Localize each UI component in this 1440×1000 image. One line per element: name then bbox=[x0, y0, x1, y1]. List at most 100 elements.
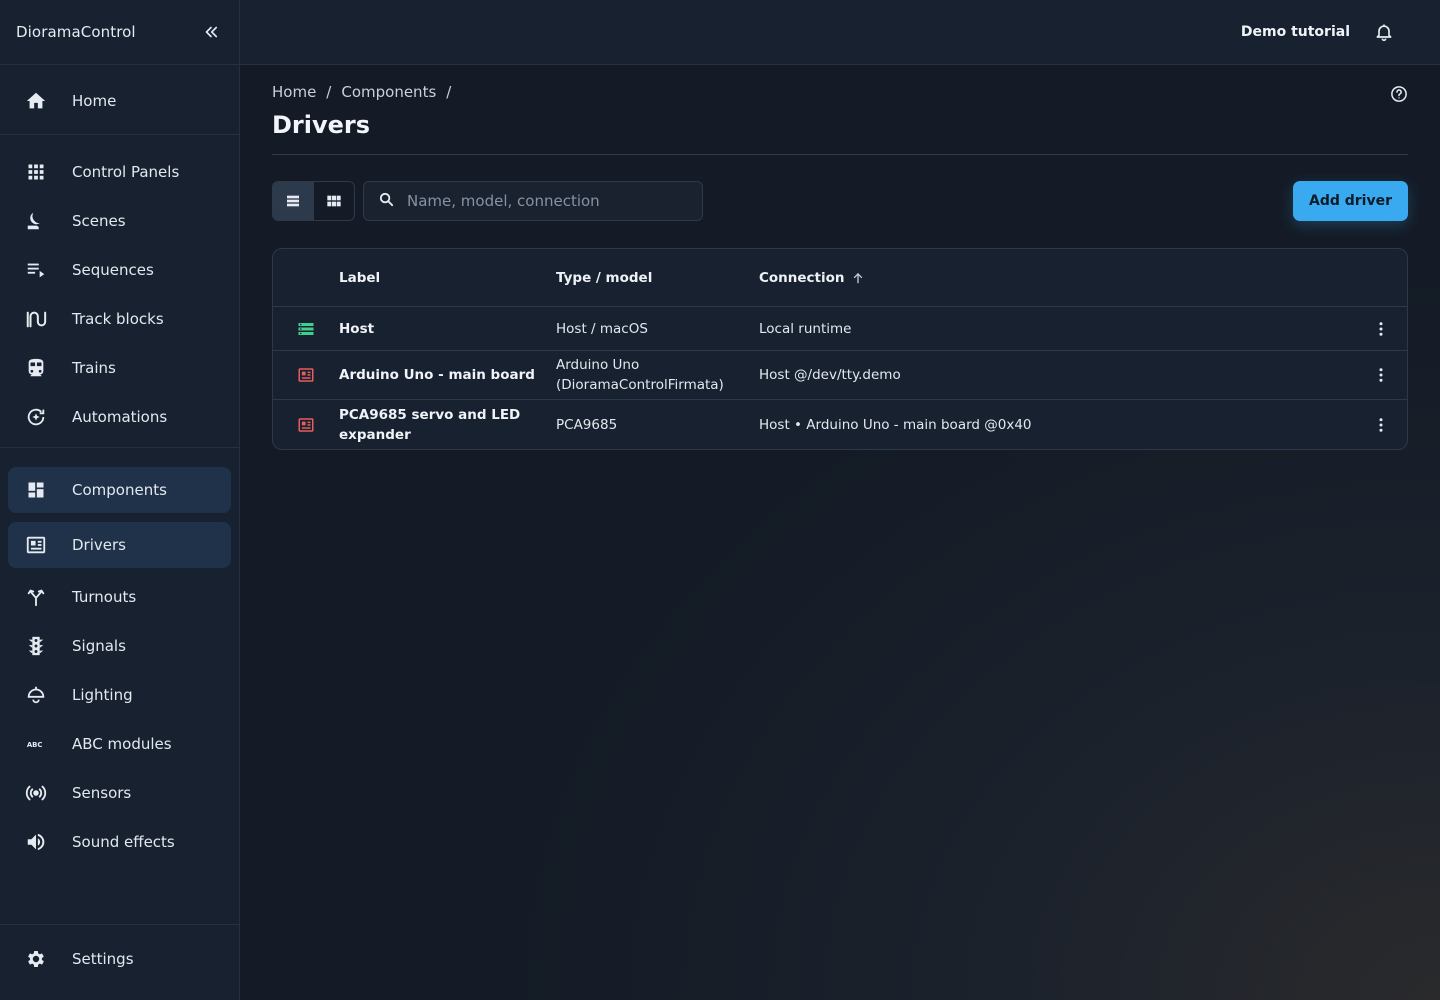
add-driver-button[interactable]: Add driver bbox=[1292, 181, 1408, 221]
search-input[interactable] bbox=[407, 192, 687, 210]
sidebar-item-home[interactable]: Home bbox=[8, 76, 231, 125]
sidebar-item-label: Automations bbox=[72, 407, 168, 426]
sidebar-item-scenes[interactable]: Scenes bbox=[8, 196, 231, 245]
column-header-connection[interactable]: Connection bbox=[759, 268, 1407, 288]
search-icon bbox=[378, 191, 395, 212]
home-icon bbox=[24, 89, 48, 113]
sidebar-item-label: Turnouts bbox=[72, 587, 137, 606]
driver-board-icon bbox=[24, 533, 48, 557]
breadcrumb: Home / Components / bbox=[272, 83, 451, 101]
moon-icon bbox=[24, 209, 48, 233]
list-view-button[interactable] bbox=[273, 182, 314, 220]
sidebar-item-label: Sequences bbox=[72, 260, 154, 279]
train-icon bbox=[24, 356, 48, 380]
speaker-icon bbox=[24, 830, 48, 854]
demo-tutorial-link[interactable]: Demo tutorial bbox=[1241, 24, 1350, 40]
title-divider bbox=[272, 154, 1408, 155]
sidebar-item-drivers[interactable]: Drivers bbox=[8, 522, 231, 568]
sidebar-item-turnouts[interactable]: Turnouts bbox=[8, 572, 231, 621]
lamp-icon bbox=[24, 683, 48, 707]
nav-group-components: Components Drivers Turnouts Signals Ligh… bbox=[0, 448, 239, 866]
sidebar-item-settings[interactable]: Settings bbox=[8, 934, 231, 983]
playlist-icon bbox=[24, 258, 48, 282]
sidebar-item-label: Lighting bbox=[72, 685, 133, 704]
svg-text:ABC: ABC bbox=[27, 740, 43, 748]
sidebar-item-label: Home bbox=[72, 91, 117, 110]
column-header-label[interactable]: Label bbox=[339, 268, 556, 288]
app-title: DioramaControl bbox=[16, 23, 136, 41]
sensor-icon bbox=[24, 781, 48, 805]
sidebar: DioramaControl Home Control Panels Scene… bbox=[0, 0, 240, 1000]
sidebar-item-label: Control Panels bbox=[72, 162, 180, 181]
more-options-icon[interactable] bbox=[1355, 416, 1407, 434]
more-options-icon[interactable] bbox=[1355, 366, 1407, 384]
grid-icon bbox=[327, 195, 341, 207]
more-options-icon[interactable] bbox=[1355, 320, 1407, 338]
row-connection: Local runtime bbox=[759, 320, 852, 337]
row-type: PCA9685 bbox=[556, 416, 618, 433]
sidebar-item-label: Scenes bbox=[72, 211, 126, 230]
nav-group-settings: Settings bbox=[0, 924, 239, 1000]
turnout-icon bbox=[24, 585, 48, 609]
board-icon bbox=[273, 366, 339, 384]
sort-ascending-icon bbox=[853, 272, 862, 283]
breadcrumb-home[interactable]: Home bbox=[272, 83, 316, 101]
help-icon[interactable] bbox=[1390, 85, 1408, 103]
sidebar-item-automations[interactable]: Automations bbox=[8, 392, 231, 441]
server-icon bbox=[273, 320, 339, 338]
list-icon bbox=[287, 195, 300, 207]
row-connection: Host @/dev/tty.demo bbox=[759, 367, 901, 383]
breadcrumb-components[interactable]: Components bbox=[341, 83, 436, 101]
breadcrumb-separator: / bbox=[446, 83, 452, 101]
sidebar-item-lighting[interactable]: Lighting bbox=[8, 670, 231, 719]
sidebar-item-track-blocks[interactable]: Track blocks bbox=[8, 294, 231, 343]
table-row[interactable]: Host Host / macOS Local runtime bbox=[273, 307, 1407, 351]
sidebar-item-trains[interactable]: Trains bbox=[8, 343, 231, 392]
page-title: Drivers bbox=[272, 111, 371, 139]
sidebar-item-abc-modules[interactable]: ABC ABC modules bbox=[8, 719, 231, 768]
abc-icon: ABC bbox=[24, 732, 48, 756]
traffic-light-icon bbox=[24, 634, 48, 658]
collapse-sidebar-icon[interactable] bbox=[199, 20, 223, 44]
sidebar-item-label: Track blocks bbox=[72, 309, 164, 328]
track-icon bbox=[24, 307, 48, 331]
bell-icon[interactable] bbox=[1372, 20, 1396, 44]
row-type: Host / macOS bbox=[556, 320, 648, 337]
grid-icon bbox=[24, 160, 48, 184]
column-header-connection-text: Connection bbox=[759, 269, 845, 286]
sidebar-item-control-panels[interactable]: Control Panels bbox=[8, 147, 231, 196]
column-header-type[interactable]: Type / model bbox=[556, 268, 759, 288]
row-label: PCA9685 servo and LED expander bbox=[339, 406, 521, 443]
top-bar: Demo tutorial bbox=[240, 0, 1440, 65]
sidebar-item-label: Components bbox=[72, 481, 167, 499]
sidebar-item-components[interactable]: Components bbox=[8, 467, 231, 513]
gear-icon bbox=[24, 947, 48, 971]
sidebar-item-signals[interactable]: Signals bbox=[8, 621, 231, 670]
dashboard-icon bbox=[24, 478, 48, 502]
sidebar-item-label: Sound effects bbox=[72, 832, 175, 851]
sidebar-item-label: Settings bbox=[72, 949, 134, 968]
view-toggle bbox=[272, 181, 355, 221]
row-label: Arduino Uno - main board bbox=[339, 367, 535, 383]
search-box bbox=[363, 181, 703, 221]
toolbar: Add driver bbox=[272, 181, 1408, 221]
table-row[interactable]: PCA9685 servo and LED expander PCA9685 H… bbox=[273, 400, 1407, 449]
row-label: Host bbox=[339, 320, 375, 337]
nav-group-home: Home bbox=[0, 65, 239, 135]
board-icon bbox=[273, 416, 339, 434]
automation-icon bbox=[24, 405, 48, 429]
sidebar-item-label: ABC modules bbox=[72, 734, 172, 753]
drivers-table: Label Type / model Connection Host Host … bbox=[272, 248, 1408, 450]
nav-group-operations: Control Panels Scenes Sequences Track bl… bbox=[0, 135, 239, 448]
row-type: Arduino Uno (DioramaControlFirmata) bbox=[556, 357, 724, 393]
sidebar-item-label: Sensors bbox=[72, 783, 132, 802]
table-header: Label Type / model Connection bbox=[273, 249, 1407, 307]
sidebar-item-sequences[interactable]: Sequences bbox=[8, 245, 231, 294]
sidebar-item-sensors[interactable]: Sensors bbox=[8, 768, 231, 817]
sidebar-item-label: Signals bbox=[72, 636, 126, 655]
breadcrumb-separator: / bbox=[326, 83, 332, 101]
sidebar-item-sound-effects[interactable]: Sound effects bbox=[8, 817, 231, 866]
row-connection: Host • Arduino Uno - main board @0x40 bbox=[759, 416, 1032, 433]
grid-view-button[interactable] bbox=[314, 182, 355, 220]
table-row[interactable]: Arduino Uno - main board Arduino Uno (Di… bbox=[273, 351, 1407, 400]
